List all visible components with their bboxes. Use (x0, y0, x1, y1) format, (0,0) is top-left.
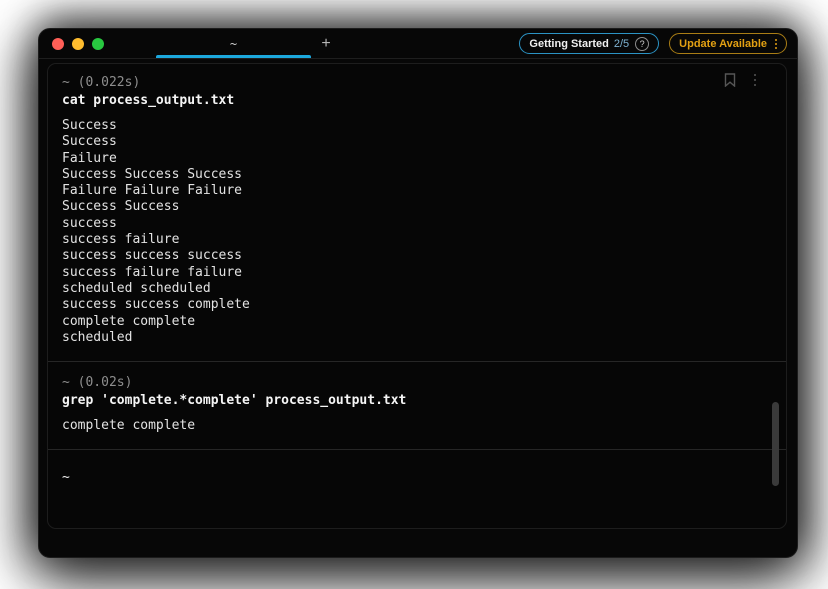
update-available-button[interactable]: Update Available (669, 33, 787, 54)
zoom-window-button[interactable] (92, 38, 104, 50)
tab-title: ~ (230, 37, 237, 51)
help-icon[interactable]: ? (635, 37, 649, 51)
output-line: Success (62, 118, 772, 134)
minimize-window-button[interactable] (72, 38, 84, 50)
terminal-pane[interactable]: ~ (0.022s) cat process_output.txt Succes… (47, 63, 787, 529)
getting-started-progress: 2/5 (614, 38, 629, 50)
output-line: Failure (62, 151, 772, 167)
command-text: cat process_output.txt (62, 92, 772, 109)
output-line: success (62, 216, 772, 232)
block-divider (48, 361, 786, 362)
output-line: Success (62, 134, 772, 150)
output-line: success failure (62, 232, 772, 248)
block-actions (724, 72, 758, 88)
command-output: SuccessSuccessFailureSuccess Success Suc… (62, 118, 772, 346)
tab-home[interactable]: ~ (156, 29, 311, 58)
block-divider (48, 449, 786, 450)
getting-started-label: Getting Started (529, 38, 608, 50)
output-line: Success Success (62, 199, 772, 215)
close-window-button[interactable] (52, 38, 64, 50)
command-block[interactable]: ~ (0.02s) grep 'complete.*complete' proc… (62, 374, 772, 434)
prompt-line: ~ (0.02s) (62, 374, 772, 391)
output-line: success success success (62, 248, 772, 264)
output-line: complete complete (62, 418, 772, 434)
output-line: complete complete (62, 314, 772, 330)
block-menu-kebab-icon[interactable] (752, 72, 758, 88)
command-block[interactable]: ~ (0.022s) cat process_output.txt Succes… (62, 74, 772, 346)
titlebar: ~ + Getting Started 2/5 ? Update Availab… (39, 29, 797, 59)
getting-started-button[interactable]: Getting Started 2/5 ? (519, 33, 659, 54)
new-tab-button[interactable]: + (311, 35, 341, 53)
output-line: success failure failure (62, 265, 772, 281)
update-available-label: Update Available (679, 38, 767, 50)
scrollbar-thumb[interactable] (772, 402, 779, 486)
terminal-window: ~ + Getting Started 2/5 ? Update Availab… (38, 28, 798, 558)
current-prompt[interactable]: ~ (62, 469, 772, 486)
command-text: grep 'complete.*complete' process_output… (62, 392, 772, 409)
titlebar-actions: Getting Started 2/5 ? Update Available (519, 33, 797, 54)
output-line: scheduled scheduled (62, 281, 772, 297)
traffic-lights (39, 38, 114, 50)
output-line: scheduled (62, 330, 772, 346)
active-tab-indicator (156, 55, 311, 58)
output-line: Failure Failure Failure (62, 183, 772, 199)
command-output: complete complete (62, 418, 772, 434)
update-menu-kebab-icon[interactable] (775, 39, 777, 49)
output-line: Success Success Success (62, 167, 772, 183)
output-line: success success complete (62, 297, 772, 313)
bookmark-icon[interactable] (724, 73, 736, 87)
prompt-line: ~ (0.022s) (62, 74, 772, 91)
